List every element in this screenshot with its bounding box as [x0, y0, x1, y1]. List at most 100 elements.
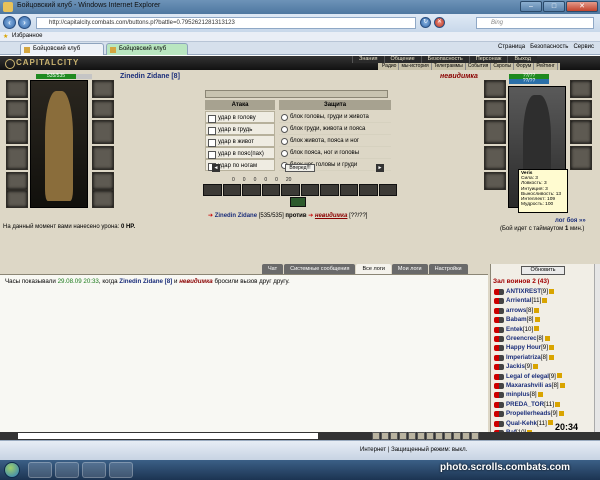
safety-menu[interactable]: Безопасность — [530, 44, 568, 50]
tool-icon[interactable] — [390, 432, 398, 440]
refresh-icon[interactable]: ↻ — [420, 17, 431, 28]
taskbar-app-icon[interactable] — [109, 462, 133, 478]
tool-icon[interactable] — [435, 432, 443, 440]
vs-player-name[interactable]: Zinedin Zidane — [215, 213, 257, 219]
defense-option-2[interactable]: блок груди, живота и пояса — [279, 123, 391, 135]
roster-user[interactable]: PREDA_TOR[11] — [494, 401, 560, 409]
enemy-belt-slot[interactable] — [484, 172, 506, 190]
address-input[interactable]: http://capitalcity.combats.com/buttons.p… — [36, 17, 416, 29]
search-input[interactable]: Bing — [476, 17, 594, 29]
tool-icon[interactable] — [381, 432, 389, 440]
info-icon[interactable] — [558, 411, 564, 417]
minimize-button[interactable]: – — [520, 1, 542, 12]
earring-slot[interactable] — [92, 80, 114, 98]
roster-user[interactable]: Legal of elegal[9] — [494, 373, 562, 381]
roster-user[interactable]: arrows[8] — [494, 307, 540, 315]
enemy-shield-slot[interactable] — [570, 120, 592, 144]
info-icon[interactable] — [537, 392, 543, 398]
tool-icon[interactable] — [444, 432, 452, 440]
gloves-slot[interactable] — [92, 190, 114, 208]
trick-icon[interactable] — [203, 184, 222, 196]
chat-user[interactable]: невидимка — [179, 278, 213, 285]
info-icon[interactable] — [548, 345, 554, 351]
belt-slot-2[interactable] — [6, 190, 28, 208]
enemy-legs-slot[interactable] — [570, 146, 592, 170]
go-button[interactable]: Вперед!!! — [285, 164, 315, 172]
tool-icon[interactable] — [471, 432, 479, 440]
tool-icon[interactable] — [462, 432, 470, 440]
vs-enemy-name[interactable]: невидимка — [315, 213, 348, 219]
enemy-weapon-slot[interactable] — [484, 120, 506, 144]
back-button[interactable]: ‹ — [3, 16, 16, 29]
roster-user[interactable]: Happy Hour[9] — [494, 344, 554, 352]
roster-scrollbar[interactable] — [594, 264, 600, 432]
info-icon[interactable] — [556, 373, 562, 379]
tab-settings[interactable]: Настройки — [428, 264, 468, 274]
info-icon[interactable] — [559, 382, 565, 388]
attack-waist-checkbox[interactable]: удар в пояс(пах) — [205, 147, 275, 159]
enemy-earring-slot[interactable] — [570, 80, 592, 98]
tab-chat[interactable]: Чат — [262, 264, 284, 274]
roster-user[interactable]: Greencrec[8] — [494, 335, 550, 343]
helmet-slot[interactable] — [6, 80, 28, 98]
enemy-ring-slot[interactable] — [570, 100, 592, 118]
defense-option-4[interactable]: блок пояса, ног и головы — [279, 147, 391, 159]
trick-icon[interactable] — [378, 184, 397, 196]
menu-item[interactable]: Персонаж — [468, 56, 508, 63]
shield-slot[interactable] — [92, 120, 114, 144]
browser-tab[interactable]: Бойцовский клуб — [106, 43, 188, 55]
info-icon[interactable] — [547, 420, 553, 426]
fight-log-link[interactable]: лог боя »» — [555, 218, 586, 224]
refresh-button[interactable]: Обновить — [521, 266, 565, 275]
enemy-helmet-slot[interactable] — [484, 80, 506, 98]
defense-option-3[interactable]: блок живота, пояса и ног — [279, 135, 391, 147]
ring-slot[interactable] — [92, 100, 114, 118]
tool-icon[interactable] — [453, 432, 461, 440]
submenu-item[interactable]: Форум — [514, 63, 535, 70]
start-button[interactable] — [4, 462, 20, 478]
trick-icon[interactable] — [281, 184, 300, 196]
tool-icon[interactable] — [426, 432, 434, 440]
trick-icon[interactable] — [222, 184, 241, 196]
roster-user[interactable]: Babam[8] — [494, 316, 540, 324]
attack-head-checkbox[interactable]: удар в голову — [205, 111, 275, 123]
tool-icon[interactable] — [417, 432, 425, 440]
chat-user[interactable]: Zinedin Zidane [8] — [119, 278, 172, 285]
defense-option-1[interactable]: блок головы, груди и живота — [279, 111, 391, 123]
forward-button[interactable]: › — [18, 16, 31, 29]
tab-system[interactable]: Системные сообщения — [284, 264, 356, 274]
roster-user[interactable]: Imperiatriza[8] — [494, 354, 554, 362]
player-name[interactable]: Zinedin Zidane [8] — [120, 73, 180, 80]
next-arrow-icon[interactable]: ► — [376, 164, 384, 172]
boots-slot[interactable] — [92, 172, 114, 190]
tool-icon[interactable] — [408, 432, 416, 440]
trick-icon[interactable] — [339, 184, 358, 196]
armor-slot[interactable] — [6, 146, 28, 170]
roster-user[interactable]: Jackis[9] — [494, 363, 538, 371]
roster-user[interactable]: Entek[10] — [494, 326, 540, 334]
prev-arrow-icon[interactable]: ◄ — [212, 164, 220, 172]
trick-icon[interactable] — [300, 184, 319, 196]
close-button[interactable]: ✕ — [566, 1, 598, 12]
taskbar-media-icon[interactable] — [82, 462, 106, 478]
submenu-item[interactable]: Рейтинг — [534, 63, 558, 70]
stop-icon[interactable]: ✕ — [434, 17, 445, 28]
legs-slot[interactable] — [92, 146, 114, 170]
trick-icon[interactable] — [320, 184, 339, 196]
service-menu[interactable]: Сервис — [573, 44, 594, 50]
chat-input[interactable] — [18, 433, 318, 439]
tab-all-logs[interactable]: Все логи — [356, 264, 391, 274]
trick-icon[interactable] — [261, 184, 280, 196]
submenu-item[interactable]: Телеграммы — [432, 63, 466, 70]
roster-user[interactable]: Propellerheads[9] — [494, 410, 564, 418]
tab-my-logs[interactable]: Мои логи — [391, 264, 428, 274]
roster-user[interactable]: Arriental[11] — [494, 297, 548, 305]
attack-belly-checkbox[interactable]: удар в живот — [205, 135, 275, 147]
menu-item[interactable]: Безопасность — [420, 56, 469, 63]
amulet-slot[interactable] — [6, 100, 28, 118]
info-icon[interactable] — [544, 335, 550, 341]
info-icon[interactable] — [554, 401, 560, 407]
menu-item[interactable]: Выход — [507, 56, 537, 63]
browser-tab[interactable]: Бойцовский клуб — [20, 43, 104, 55]
info-icon[interactable] — [542, 298, 548, 304]
